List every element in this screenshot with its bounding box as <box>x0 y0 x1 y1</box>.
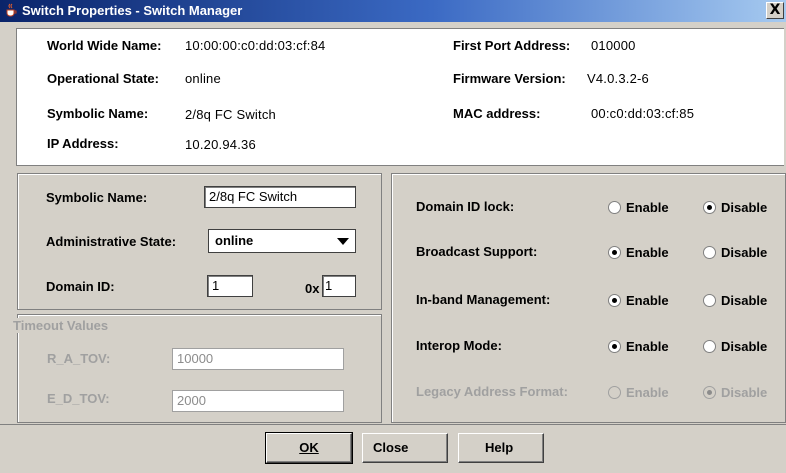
domain-id-label: Domain ID: <box>46 279 115 294</box>
close-button[interactable]: Close <box>362 433 448 463</box>
symbolic-name-input[interactable]: 2/8q FC Switch <box>204 186 356 208</box>
radio-circle-icon <box>703 294 716 307</box>
firmware-version-label: Firmware Version: <box>453 71 566 86</box>
info-symbolic-name-value: 2/8q FC Switch <box>185 107 276 122</box>
first-port-address-value: 010000 <box>591 38 636 53</box>
symbolic-name-label: Symbolic Name: <box>46 190 148 205</box>
administrative-state-label: Administrative State: <box>46 234 177 249</box>
radio-circle-icon <box>608 246 621 259</box>
broadcast-support-label: Broadcast Support: <box>416 244 538 259</box>
radio-circle-icon <box>608 340 621 353</box>
first-port-address-label: First Port Address: <box>453 38 571 53</box>
radio-circle-icon <box>608 294 621 307</box>
chevron-down-icon <box>337 238 349 245</box>
administrative-state-value: online <box>215 233 254 248</box>
help-button[interactable]: Help <box>458 433 544 463</box>
broadcast-support-disable-label: Disable <box>721 245 768 260</box>
in-band-management-disable-label: Disable <box>721 293 768 308</box>
ip-address-value: 10.20.94.36 <box>185 137 256 152</box>
mac-address-value: 00:c0:dd:03:cf:85 <box>591 106 695 121</box>
in-band-management-enable-label: Enable <box>626 293 669 308</box>
domain-id-lock-enable-label: Enable <box>626 200 669 215</box>
operational-state-label: Operational State: <box>47 71 159 86</box>
ok-button[interactable]: OK <box>265 432 353 464</box>
broadcast-support-enable-label: Enable <box>626 245 669 260</box>
window-title: Switch Properties - Switch Manager <box>22 3 243 18</box>
timeout-values-legend: Timeout Values <box>12 318 110 333</box>
legacy-address-format-label: Legacy Address Format: <box>416 384 568 399</box>
info-symbolic-name-label: Symbolic Name: <box>47 106 149 121</box>
firmware-version-value: V4.0.3.2-6 <box>587 71 649 86</box>
radio-circle-icon <box>608 201 621 214</box>
hex-prefix-label: 0x <box>305 281 320 296</box>
switch-info-panel: World Wide Name: 10:00:00:c0:dd:03:cf:84… <box>16 28 784 166</box>
in-band-management-label: In-band Management: <box>416 292 551 307</box>
domain-id-lock-disable-label: Disable <box>721 200 768 215</box>
close-window-button[interactable]: X <box>766 2 784 19</box>
radio-circle-icon <box>703 201 716 214</box>
domain-id-lock-label: Domain ID lock: <box>416 199 515 214</box>
legacy-address-format-enable-label: Enable <box>626 385 669 400</box>
administrative-state-select[interactable]: online <box>208 229 356 253</box>
radio-circle-icon <box>703 386 716 399</box>
edtov-input[interactable]: 2000 <box>172 390 344 412</box>
close-button-label: Close <box>373 440 409 455</box>
wwn-label: World Wide Name: <box>47 38 162 53</box>
interop-mode-enable-label: Enable <box>626 339 669 354</box>
domain-id-hex-input[interactable]: 1 <box>322 275 356 297</box>
title-bar: Switch Properties - Switch Manager X <box>0 0 786 22</box>
ok-button-label: OK <box>299 440 319 455</box>
operational-state-value: online <box>185 71 221 86</box>
interop-mode-disable-label: Disable <box>721 339 768 354</box>
divider <box>0 424 786 425</box>
java-cup-icon <box>6 3 17 17</box>
legacy-address-format-disable-label: Disable <box>721 385 768 400</box>
radio-circle-icon <box>703 340 716 353</box>
wwn-value: 10:00:00:c0:dd:03:cf:84 <box>185 38 326 53</box>
ratov-label: R_A_TOV: <box>47 351 111 366</box>
ip-address-label: IP Address: <box>47 136 119 151</box>
edtov-label: E_D_TOV: <box>47 391 110 406</box>
mac-address-label: MAC address: <box>453 106 541 121</box>
domain-id-input[interactable]: 1 <box>207 275 253 297</box>
help-button-label: Help <box>485 440 514 455</box>
radio-circle-icon <box>703 246 716 259</box>
interop-mode-label: Interop Mode: <box>416 338 502 353</box>
close-icon: X <box>769 2 781 18</box>
ratov-input[interactable]: 10000 <box>172 348 344 370</box>
radio-circle-icon <box>608 386 621 399</box>
